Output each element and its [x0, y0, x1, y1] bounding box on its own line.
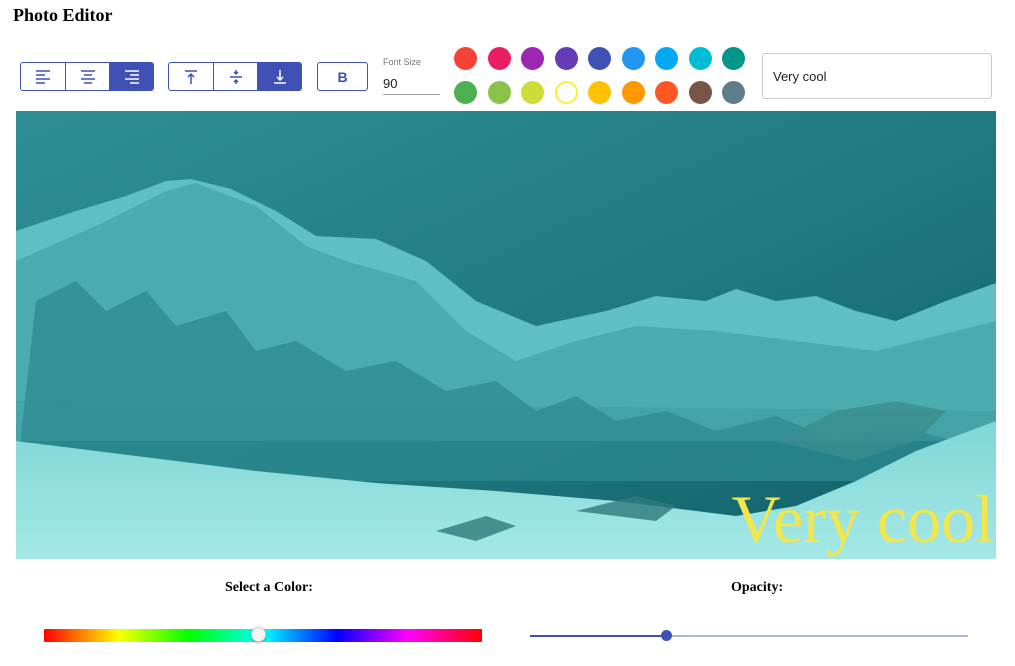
color-swatch[interactable] — [655, 81, 678, 104]
bold-button[interactable]: B — [317, 62, 368, 91]
color-swatch[interactable] — [621, 81, 645, 104]
align-center-icon — [80, 69, 96, 85]
align-middle-button[interactable] — [213, 63, 257, 90]
color-swatch[interactable] — [588, 81, 611, 104]
opacity-slider-thumb[interactable] — [660, 630, 672, 641]
color-swatch[interactable] — [521, 81, 544, 104]
color-swatch[interactable] — [722, 47, 745, 70]
color-slider[interactable] — [44, 627, 482, 642]
color-swatch[interactable] — [688, 81, 712, 104]
overlay-text[interactable]: Very cool — [732, 485, 994, 553]
color-swatch[interactable] — [554, 81, 578, 104]
align-left-icon — [35, 69, 51, 85]
opacity-label: Opacity: — [731, 580, 784, 595]
align-bottom-button[interactable] — [257, 63, 301, 90]
align-top-icon — [183, 69, 199, 85]
color-swatch[interactable] — [521, 47, 544, 70]
photo-canvas[interactable]: Very cool — [16, 111, 996, 559]
color-swatch[interactable] — [688, 47, 712, 70]
opacity-slider[interactable] — [530, 630, 968, 641]
color-swatch[interactable] — [621, 47, 645, 70]
align-right-button[interactable] — [109, 63, 153, 90]
color-swatch[interactable] — [655, 47, 678, 70]
color-swatch[interactable] — [487, 47, 511, 70]
color-swatch[interactable] — [588, 47, 611, 70]
align-left-button[interactable] — [21, 63, 65, 90]
color-label: Select a Color: — [225, 580, 313, 595]
color-swatch[interactable] — [722, 81, 745, 104]
text-input[interactable] — [762, 53, 992, 99]
app-title: Photo Editor — [13, 5, 113, 25]
align-center-button[interactable] — [65, 63, 109, 90]
align-top-button[interactable] — [169, 63, 213, 90]
align-middle-icon — [228, 69, 244, 85]
vertical-align-group — [168, 62, 302, 91]
align-bottom-icon — [272, 69, 288, 85]
color-swatch[interactable] — [454, 81, 477, 104]
font-size-label: Font Size — [383, 57, 422, 67]
opacity-slider-fill — [530, 635, 666, 637]
color-swatch[interactable] — [454, 47, 477, 70]
color-slider-thumb[interactable] — [250, 627, 266, 642]
font-size-input[interactable] — [383, 72, 440, 95]
horizontal-align-group — [20, 62, 154, 91]
color-swatch[interactable] — [487, 81, 511, 104]
align-right-icon — [124, 69, 140, 85]
color-swatch[interactable] — [554, 47, 578, 70]
